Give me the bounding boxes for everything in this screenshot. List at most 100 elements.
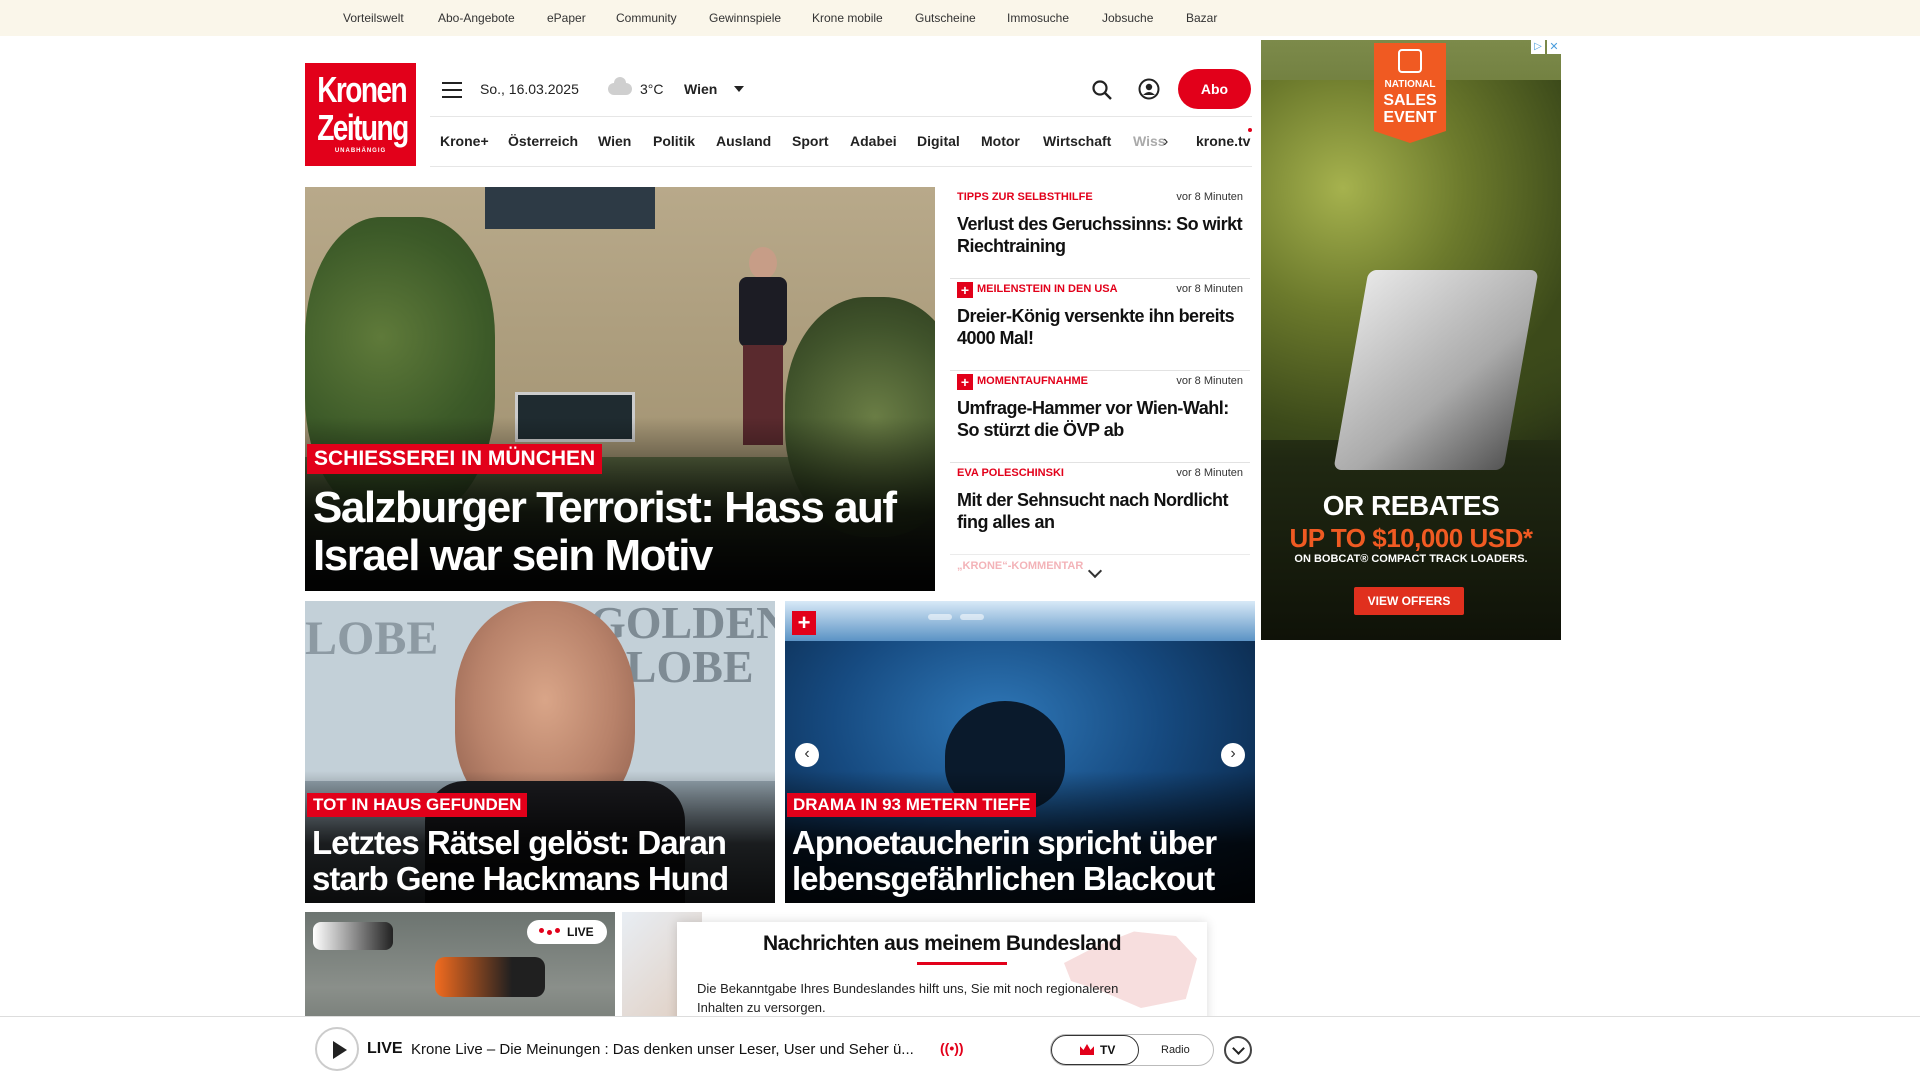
bobcat-advertisement[interactable]: ▷ ✕ NATIONAL SALES EVENT OR REBATES UP T… <box>1261 40 1561 640</box>
carousel-next-icon[interactable]: › <box>1221 743 1245 767</box>
user-account-icon[interactable] <box>1138 78 1160 100</box>
topbar-link-jobsuche[interactable]: Jobsuche <box>1102 11 1153 25</box>
teaser-kicker: MOMENTAUFNAHME <box>977 375 1089 387</box>
broadcast-icon: ((•)) <box>940 1040 964 1056</box>
teaser-kicker: „KRONE“-KOMMENTAR <box>957 560 1084 572</box>
nav-item-sport[interactable]: Sport <box>792 133 829 149</box>
nav-item-adabei[interactable]: Adabei <box>850 133 897 149</box>
abo-button[interactable]: Abo <box>1178 69 1251 109</box>
crown-icon <box>1080 1044 1094 1055</box>
topbar-link-immosuche[interactable]: Immosuche <box>1007 11 1069 25</box>
card-kicker: DRAMA IN 93 METERN TIEFE <box>787 793 1037 817</box>
player-title[interactable]: Krone Live – Die Meinungen : Das denken … <box>411 1041 931 1058</box>
teaser-time: vor 8 Minuten <box>1176 191 1243 203</box>
bundesland-text: Die Bekanntgabe Ihres Bundeslandes hilft… <box>697 981 1119 1015</box>
chevron-down-icon[interactable] <box>734 86 744 92</box>
cloud-icon <box>608 77 632 95</box>
city-selector[interactable]: Wien <box>684 81 717 97</box>
topbar-link-community[interactable]: Community <box>616 11 677 25</box>
topbar-link-abo-angebote[interactable]: Abo-Angebote <box>438 11 515 25</box>
ad-close-icon[interactable]: ✕ <box>1547 40 1561 54</box>
notification-dot <box>1248 128 1252 132</box>
list-item[interactable]: + MEILENSTEIN IN DEN USA vor 8 Minuten D… <box>950 279 1250 371</box>
teaser-time: vor 8 Minuten <box>1176 467 1243 479</box>
ad-info-icon[interactable]: ▷ <box>1531 40 1545 54</box>
logo-tagline: UNABHÄNGIG <box>334 148 387 154</box>
teaser-title: Dreier-König versenkte ihn bereits 4000 … <box>957 306 1235 348</box>
krone-plus-icon: + <box>792 611 816 635</box>
ad-ribbon-small: NATIONAL <box>1384 79 1436 90</box>
tv-toggle[interactable]: TV <box>1051 1035 1139 1065</box>
live-dot-icon <box>539 928 544 933</box>
nav-item-krone-tv[interactable]: krone.tv <box>1196 133 1250 149</box>
nav-item-wien[interactable]: Wien <box>598 133 631 149</box>
nav-item-motor[interactable]: Motor <box>981 133 1020 149</box>
tv-label: TV <box>1100 1043 1116 1057</box>
list-item[interactable]: + MOMENTAUFNAHME vor 8 Minuten Umfrage-H… <box>950 371 1250 463</box>
card-image-car <box>313 922 393 950</box>
nav-item-wissen[interactable]: Wiss <box>1133 133 1166 149</box>
topbar-link-krone-mobile[interactable]: Krone mobile <box>812 11 883 25</box>
teaser-title: Verlust des Geruchssinns: So wirkt Riech… <box>957 214 1243 256</box>
krone-plus-icon: + <box>957 282 973 298</box>
radio-toggle[interactable]: Radio <box>1161 1035 1190 1065</box>
card-title: Apnoetaucherin spricht über lebensgefähr… <box>792 824 1217 897</box>
card-image-surface <box>785 601 1255 641</box>
nav-item-oesterreich[interactable]: Österreich <box>508 133 578 149</box>
article-card-apnoe[interactable]: + ‹ › DRAMA IN 93 METERN TIEFE Apnoetauc… <box>785 601 1255 903</box>
nav-item-ausland[interactable]: Ausland <box>716 133 771 149</box>
ad-image-machine <box>1333 270 1539 470</box>
bobcat-logo-icon <box>1398 49 1422 73</box>
card-title: Letztes Rätsel gelöst: Daran starb Gene … <box>312 824 729 897</box>
topbar-link-gutscheine[interactable]: Gutscheine <box>915 11 976 25</box>
current-date: So., 16.03.2025 <box>480 81 579 97</box>
carousel-dots[interactable] <box>928 607 992 625</box>
krone-plus-icon: + <box>957 374 973 390</box>
chevron-down-icon[interactable] <box>1087 563 1103 579</box>
teaser-kicker: TIPPS ZUR SELBSTHILFE <box>957 191 1093 203</box>
article-card-hackman[interactable]: LOBE GOLDEN GLOBE TOT IN HAUS GEFUNDEN L… <box>305 601 775 903</box>
live-player-bar: LIVE Krone Live – Die Meinungen : Das de… <box>0 1016 1920 1080</box>
kronen-zeitung-logo[interactable]: Kronen Zeitung UNABHÄNGIG <box>305 63 416 166</box>
topbar-link-bazar[interactable]: Bazar <box>1186 11 1217 25</box>
hero-article[interactable]: SCHIESSEREI IN MÜNCHEN Salzburger Terror… <box>305 187 935 591</box>
nav-item-krone-plus[interactable]: Krone+ <box>440 133 489 149</box>
ad-cta-button[interactable]: VIEW OFFERS <box>1354 587 1464 615</box>
search-icon[interactable] <box>1091 79 1113 101</box>
hero-kicker: SCHIESSEREI IN MÜNCHEN <box>307 444 603 474</box>
logo-line-2: Zeitung <box>317 107 409 148</box>
header-divider <box>430 116 1252 117</box>
nav-item-wirtschaft[interactable]: Wirtschaft <box>1043 133 1111 149</box>
live-badge[interactable]: LIVE <box>527 920 607 944</box>
live-label: LIVE <box>567 925 594 939</box>
topbar-link-vorteilswelt[interactable]: Vorteilswelt <box>343 11 404 25</box>
play-icon[interactable] <box>315 1027 359 1071</box>
card-kicker: TOT IN HAUS GEFUNDEN <box>307 793 528 817</box>
hero-image-window <box>485 187 655 229</box>
live-dot-icon <box>547 930 552 935</box>
topbar-link-epaper[interactable]: ePaper <box>547 11 586 25</box>
chevron-down-icon[interactable] <box>1224 1036 1252 1064</box>
ad-headline: OR REBATES <box>1322 490 1500 521</box>
nav-item-digital[interactable]: Digital <box>917 133 960 149</box>
ad-offer: UP TO $10,000 USD* <box>1289 523 1533 553</box>
teaser-title: Umfrage-Hammer vor Wien-Wahl: So stürzt … <box>957 398 1229 440</box>
list-item[interactable]: TIPPS ZUR SELBSTHILFE vor 8 Minuten Verl… <box>950 187 1250 279</box>
teaser-time: vor 8 Minuten <box>1176 283 1243 295</box>
top-service-bar: Vorteilswelt Abo-Angebote ePaper Communi… <box>0 0 1920 36</box>
ad-ribbon: NATIONAL SALES EVENT <box>1374 43 1446 143</box>
teaser-time: vor 8 Minuten <box>1176 375 1243 387</box>
chevron-right-icon[interactable]: › <box>1163 133 1168 151</box>
menu-icon[interactable] <box>442 82 462 98</box>
nav-item-politik[interactable]: Politik <box>653 133 695 149</box>
carousel-prev-icon[interactable]: ‹ <box>795 743 819 767</box>
bundesland-title: Nachrichten aus meinem Bundesland <box>762 932 1122 955</box>
ad-subline: ON BOBCAT® COMPACT TRACK LOADERS. <box>1294 553 1528 565</box>
teaser-kicker: MEILENSTEIN IN DEN USA <box>977 283 1118 295</box>
topbar-link-gewinnspiele[interactable]: Gewinnspiele <box>709 11 781 25</box>
tv-radio-switch: TV Radio <box>1050 1034 1214 1066</box>
list-item[interactable]: EVA POLESCHINSKI vor 8 Minuten Mit der S… <box>950 463 1250 555</box>
ad-ribbon-big: SALES EVENT <box>1383 92 1437 126</box>
temperature: 3°C <box>640 81 664 97</box>
card-image-car <box>435 957 545 997</box>
